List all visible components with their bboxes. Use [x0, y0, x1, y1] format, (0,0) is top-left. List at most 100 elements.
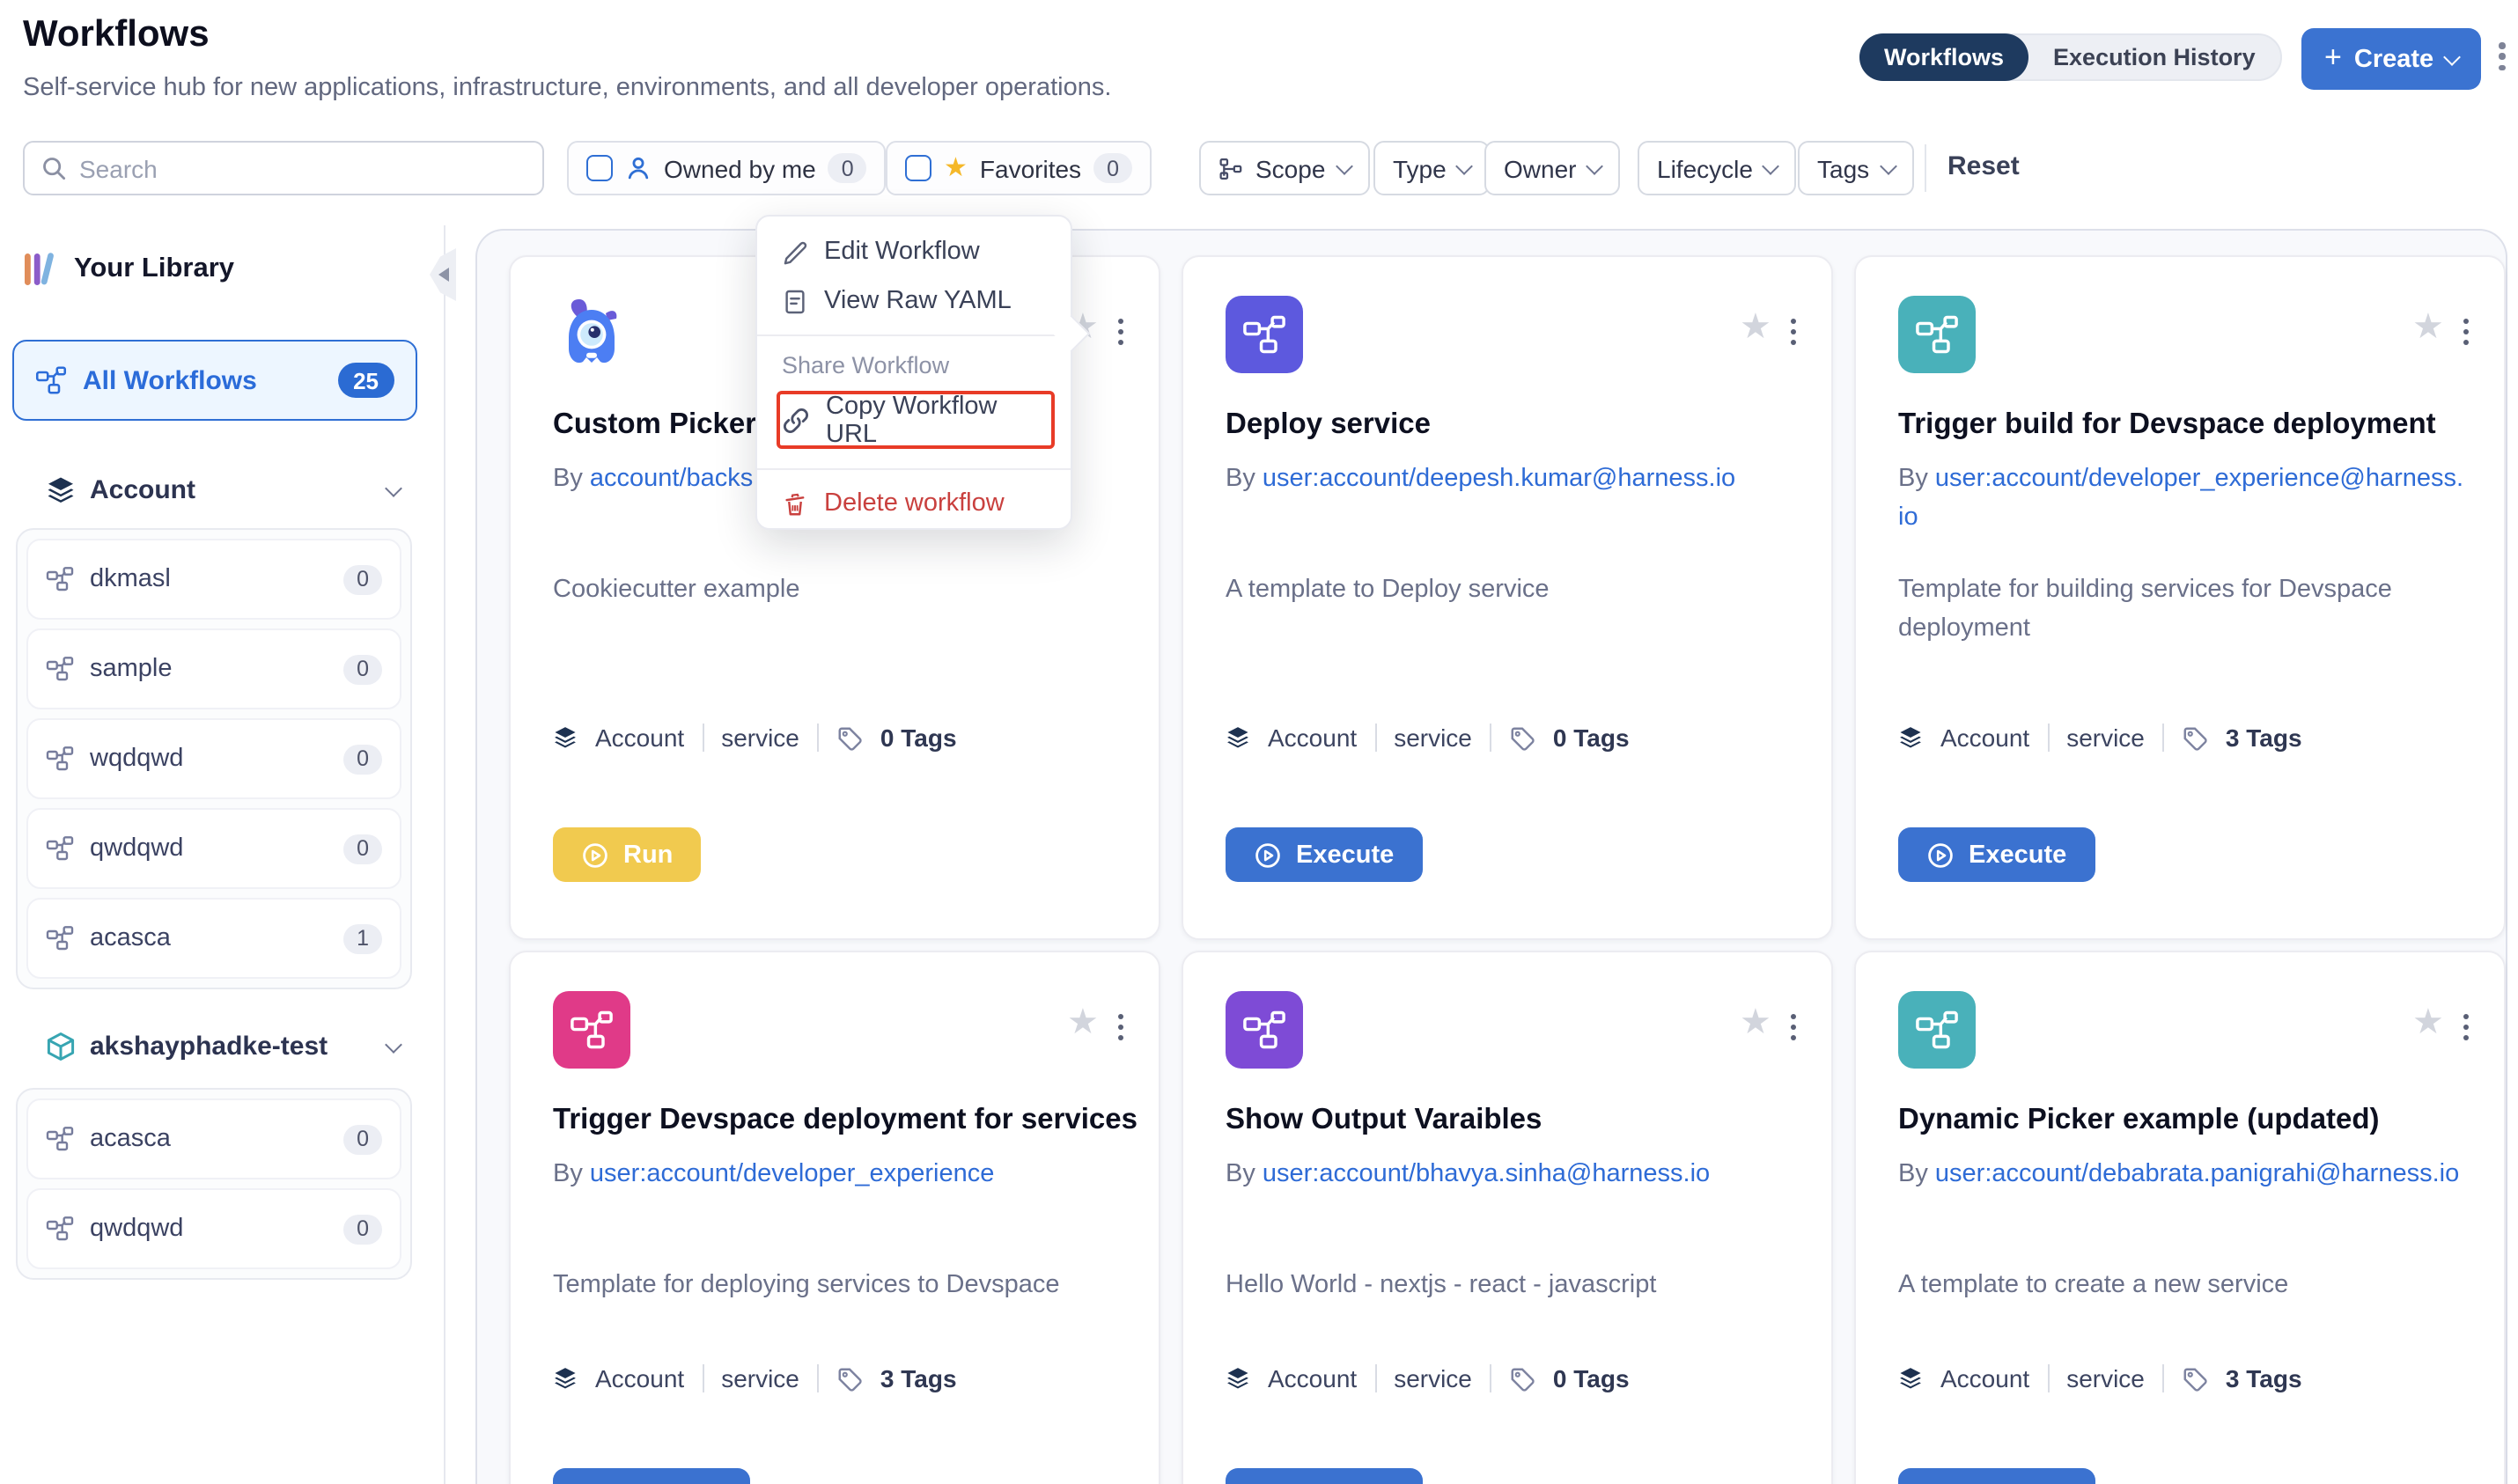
execute-button[interactable]: Execute [1226, 1468, 1422, 1484]
card-type: service [2066, 724, 2145, 752]
card-tags-count: 3 Tags [2226, 1364, 2302, 1392]
chevron-down-icon [385, 1035, 402, 1053]
owner-link[interactable]: account/backs [590, 465, 753, 493]
card-tags-count: 0 Tags [880, 724, 957, 752]
favorite-star-icon[interactable]: ★ [1740, 310, 1771, 345]
workflow-card-trigger-build[interactable]: ★ Trigger build for Devspace deployment … [1854, 255, 2506, 940]
owner-link[interactable]: user:account/deepesh.kumar@harness.io [1263, 465, 1735, 493]
workflow-card-show-output[interactable]: ★ Show Output Varaibles By user:account/… [1182, 951, 1833, 1484]
sidebar: Your Library All Workflows 25 Account [0, 225, 445, 1484]
layers-icon [553, 1366, 578, 1391]
card-more-menu[interactable] [1113, 313, 1129, 350]
reset-filters-button[interactable]: Reset [1947, 151, 2020, 181]
sidebar-item-qwdqwd[interactable]: qwdqwd 0 [26, 808, 401, 889]
card-scope: Account [1268, 1364, 1357, 1392]
chevron-down-icon [2443, 48, 2461, 65]
card-more-menu[interactable] [1785, 313, 1801, 350]
layers-icon [46, 475, 76, 505]
akshayphadke-items-container: acasca 0 qwdqwd 0 [16, 1088, 412, 1280]
workflow-card-deploy-service[interactable]: ★ Deploy service By user:account/deepesh… [1182, 255, 1833, 940]
execute-button[interactable]: Execute [1226, 827, 1422, 882]
card-more-menu[interactable] [1113, 1009, 1129, 1046]
sidebar-item-acasca[interactable]: acasca 1 [26, 898, 401, 979]
sidebar-group-akshayphadke-test[interactable]: akshayphadke-test [46, 1032, 400, 1062]
sidebar-item-qwdqwd-2[interactable]: qwdqwd 0 [26, 1188, 401, 1269]
card-footer: Account service 3 Tags [1898, 1364, 2302, 1392]
card-footer: Account service 0 Tags [1226, 1364, 1630, 1392]
tab-workflows[interactable]: Workflows [1859, 33, 2028, 81]
favorite-star-icon[interactable]: ★ [1067, 1005, 1099, 1040]
header-more-menu[interactable] [2493, 37, 2510, 77]
sidebar-item-all-workflows[interactable]: All Workflows 25 [12, 340, 417, 421]
favorite-star-icon[interactable]: ★ [1740, 1005, 1771, 1040]
workflow-card-trigger-devspace[interactable]: ★ Trigger Devspace deployment for servic… [509, 951, 1160, 1484]
tab-execution-history[interactable]: Execution History [2028, 33, 2280, 81]
favorites-filter[interactable]: ★ Favorites 0 [886, 141, 1152, 195]
chevron-down-icon [1879, 157, 1896, 174]
sidebar-item-acasca-2[interactable]: acasca 0 [26, 1098, 401, 1179]
scope-dropdown[interactable]: Scope [1199, 141, 1369, 195]
search-icon [40, 155, 67, 181]
sidebar-group-account[interactable]: Account [46, 475, 400, 505]
card-more-menu[interactable] [2458, 313, 2474, 350]
sidebar-item-sample[interactable]: sample 0 [26, 628, 401, 709]
card-tags-count: 3 Tags [880, 1364, 957, 1392]
card-more-menu[interactable] [2458, 1009, 2474, 1046]
workflow-card-dynamic-picker[interactable]: ★ Dynamic Picker example (updated) By us… [1854, 951, 2506, 1484]
item-count-badge: 0 [343, 744, 382, 774]
owned-by-me-filter[interactable]: Owned by me 0 [567, 141, 887, 195]
workflow-icon [46, 834, 74, 863]
search-box [23, 141, 544, 195]
favorites-label: Favorites [980, 154, 1081, 182]
favorites-checkbox[interactable] [905, 155, 931, 181]
workflow-icon [1226, 991, 1303, 1069]
layers-icon [1226, 725, 1250, 750]
card-scope: Account [1940, 1364, 2029, 1392]
card-type: service [721, 724, 799, 752]
menu-item-delete-workflow[interactable]: Delete workflow [757, 479, 1071, 528]
type-dropdown[interactable]: Type [1373, 141, 1491, 195]
card-type: service [1394, 724, 1472, 752]
hierarchy-icon [1219, 156, 1243, 180]
tags-dropdown[interactable]: Tags [1798, 141, 1913, 195]
owner-link[interactable]: user:account/debabrata.panigrahi@harness… [1935, 1160, 2459, 1188]
menu-item-edit-workflow[interactable]: Edit Workflow [757, 227, 1071, 276]
favorite-star-icon[interactable]: ★ [2412, 1005, 2444, 1040]
account-items-container: dkmasl 0 sample 0 [16, 528, 412, 989]
execute-button[interactable]: Execute [1898, 827, 2095, 882]
card-more-menu[interactable] [1785, 1009, 1801, 1046]
card-type: service [721, 1364, 799, 1392]
menu-item-view-raw-yaml[interactable]: View Raw YAML [757, 276, 1071, 326]
workflow-icon [46, 924, 74, 952]
owner-dropdown[interactable]: Owner [1484, 141, 1620, 195]
chevron-down-icon [1456, 157, 1474, 174]
execute-button[interactable]: Execute [553, 1468, 749, 1484]
execute-button[interactable]: Execute [1898, 1468, 2095, 1484]
tag-icon [836, 1365, 863, 1392]
sidebar-item-dkmasl[interactable]: dkmasl 0 [26, 539, 401, 620]
card-description: A template to create a new service [1898, 1266, 2469, 1304]
lifecycle-dropdown[interactable]: Lifecycle [1638, 141, 1797, 195]
library-icon [23, 250, 58, 289]
view-toggle: Workflows Execution History [1859, 33, 2282, 81]
card-byline: By user:account/deepesh.kumar@harness.io [1226, 459, 1796, 498]
favorites-count: 0 [1093, 153, 1132, 183]
owner-link[interactable]: user:account/bhavya.sinha@harness.io [1263, 1160, 1710, 1188]
owner-link[interactable]: user:account/developer_experience [590, 1160, 994, 1188]
favorite-star-icon[interactable]: ★ [2412, 310, 2444, 345]
sidebar-item-wqdqwd[interactable]: wqdqwd 0 [26, 718, 401, 799]
card-title: Deploy service [1226, 408, 1807, 442]
run-button[interactable]: Run [553, 827, 701, 882]
sidebar-collapse-button[interactable] [430, 248, 456, 301]
owner-link[interactable]: user:account/developer_experience@harnes… [1898, 465, 2463, 532]
search-input[interactable] [79, 154, 526, 182]
owned-by-me-checkbox[interactable] [586, 155, 613, 181]
chevron-left-icon [438, 268, 449, 282]
menu-item-copy-workflow-url[interactable]: Copy Workflow URL [757, 382, 1071, 459]
card-description: A template to Deploy service [1226, 570, 1796, 609]
create-button[interactable]: + Create [2301, 28, 2481, 90]
chevron-down-icon [385, 479, 402, 496]
cube-icon [46, 1032, 76, 1062]
monster-icon [553, 296, 630, 373]
card-footer: Account service 0 Tags [553, 724, 957, 752]
